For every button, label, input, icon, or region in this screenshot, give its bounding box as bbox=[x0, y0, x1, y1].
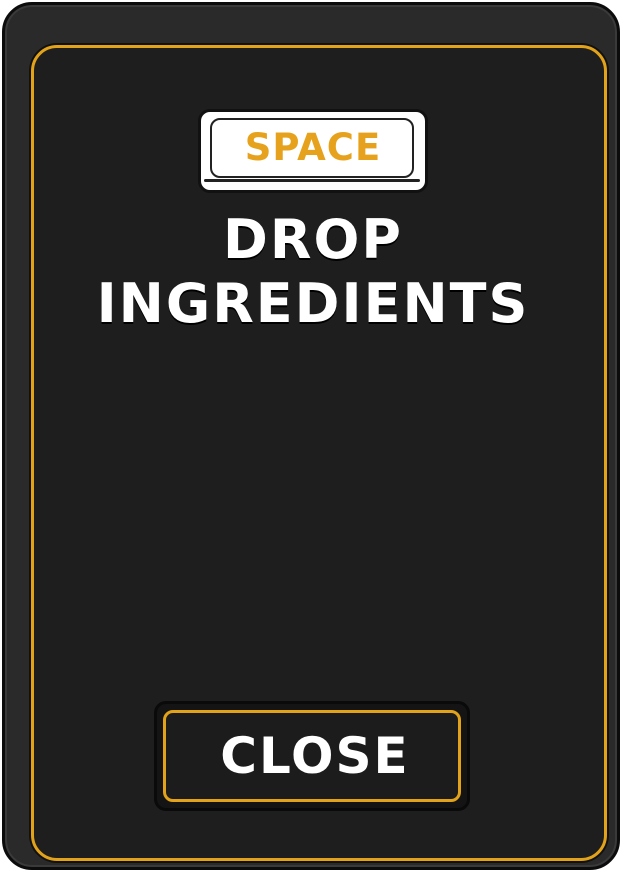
space-key-icon: SPACE bbox=[198, 109, 428, 193]
close-button-label[interactable]: CLOSE bbox=[166, 713, 464, 799]
key-label: SPACE bbox=[244, 126, 382, 169]
action-title-line-2: INGREDIENTS bbox=[96, 272, 530, 335]
close-button-frame[interactable]: CLOSE bbox=[163, 710, 461, 802]
action-title-line-1: DROP bbox=[223, 208, 403, 271]
keycap-edge bbox=[204, 179, 420, 182]
action-title: DROP INGREDIENTS bbox=[40, 208, 586, 336]
close-button[interactable]: CLOSE bbox=[154, 701, 470, 811]
